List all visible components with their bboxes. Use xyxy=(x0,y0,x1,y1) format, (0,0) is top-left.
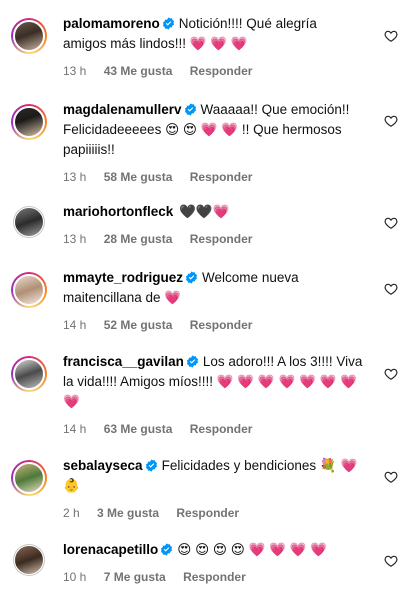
comment-likes[interactable]: 3 Me gusta xyxy=(97,506,159,520)
verified-badge-icon xyxy=(161,543,173,556)
avatar[interactable] xyxy=(11,104,47,140)
avatar[interactable] xyxy=(11,272,47,308)
comment-meta: 2 h 3 Me gusta Responder xyxy=(63,506,363,520)
like-button[interactable] xyxy=(384,470,398,484)
reply-button[interactable]: Responder xyxy=(190,64,253,78)
avatar[interactable] xyxy=(11,460,47,496)
comment-likes[interactable]: 7 Me gusta xyxy=(104,570,166,584)
comment-username[interactable]: mmayte_rodriguez xyxy=(63,270,183,285)
reply-button[interactable]: Responder xyxy=(183,570,246,584)
comment-username[interactable]: lorenacapetillo xyxy=(63,542,158,557)
comment-likes[interactable]: 43 Me gusta xyxy=(104,64,173,78)
verified-badge-icon xyxy=(145,459,157,472)
like-button[interactable] xyxy=(384,216,398,230)
comment-time[interactable]: 14 h xyxy=(63,318,86,332)
comment-meta: 10 h 7 Me gusta Responder xyxy=(63,570,363,584)
comment-text: 🖤🖤💗 xyxy=(179,204,230,219)
comment-username[interactable]: palomamoreno xyxy=(63,16,160,31)
comment-text: 😍 😍 😍 😍 💗 💗 💗 💗 xyxy=(177,542,328,557)
avatar[interactable] xyxy=(11,356,47,392)
comment-likes[interactable]: 28 Me gusta xyxy=(104,232,173,246)
comment-likes[interactable]: 58 Me gusta xyxy=(104,170,173,184)
avatar[interactable] xyxy=(11,18,47,54)
heart-outline-icon xyxy=(384,283,398,295)
heart-outline-icon xyxy=(384,115,398,127)
reply-button[interactable]: Responder xyxy=(176,506,239,520)
comment-list: palomamoreno Notición!!!! Qué alegría ami… xyxy=(0,0,409,600)
comment-time[interactable]: 13 h xyxy=(63,170,86,184)
comment-username[interactable]: mariohortonfleck xyxy=(63,204,173,219)
comment-username[interactable]: magdalenamullerv xyxy=(63,102,182,117)
like-button[interactable] xyxy=(384,114,398,128)
heart-outline-icon xyxy=(384,217,398,229)
comment-likes[interactable]: 52 Me gusta xyxy=(104,318,173,332)
comment-username[interactable]: sebalayseca xyxy=(63,458,143,473)
heart-outline-icon xyxy=(384,555,398,567)
verified-badge-icon xyxy=(186,355,198,368)
reply-button[interactable]: Responder xyxy=(190,318,253,332)
heart-outline-icon xyxy=(384,30,398,42)
comment-meta: 13 h 28 Me gusta Responder xyxy=(63,232,363,246)
reply-button[interactable]: Responder xyxy=(190,232,253,246)
avatar[interactable] xyxy=(13,206,45,238)
comment-meta: 14 h 63 Me gusta Responder xyxy=(63,422,363,436)
comment-username[interactable]: francisca__gavilan xyxy=(63,354,184,369)
comment-meta: 13 h 43 Me gusta Responder xyxy=(63,64,363,78)
like-button[interactable] xyxy=(384,367,398,381)
verified-badge-icon xyxy=(184,103,196,116)
comment-likes[interactable]: 63 Me gusta xyxy=(104,422,173,436)
comment-time[interactable]: 14 h xyxy=(63,422,86,436)
reply-button[interactable]: Responder xyxy=(190,422,253,436)
heart-outline-icon xyxy=(384,471,398,483)
heart-outline-icon xyxy=(384,368,398,380)
reply-button[interactable]: Responder xyxy=(190,170,253,184)
comment-time[interactable]: 10 h xyxy=(63,570,86,584)
avatar[interactable] xyxy=(13,544,45,576)
like-button[interactable] xyxy=(384,29,398,43)
like-button[interactable] xyxy=(384,554,398,568)
comment-meta: 14 h 52 Me gusta Responder xyxy=(63,318,363,332)
like-button[interactable] xyxy=(384,282,398,296)
comment-meta: 13 h 58 Me gusta Responder xyxy=(63,170,363,184)
verified-badge-icon xyxy=(162,17,174,30)
comment-time[interactable]: 13 h xyxy=(63,232,86,246)
comment-time[interactable]: 13 h xyxy=(63,64,86,78)
comment-time[interactable]: 2 h xyxy=(63,506,80,520)
verified-badge-icon xyxy=(186,271,198,284)
